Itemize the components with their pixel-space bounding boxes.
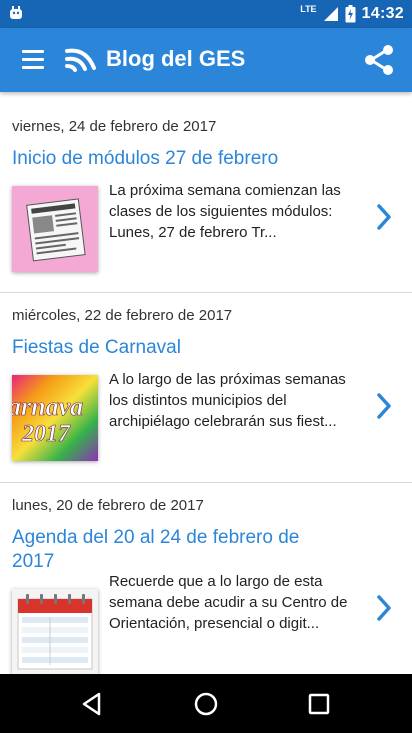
chevron-right-icon[interactable]: [374, 593, 394, 623]
wifi-feed-icon: [65, 48, 96, 72]
hamburger-menu-icon[interactable]: [22, 50, 44, 70]
chevron-right-icon[interactable]: [374, 391, 394, 421]
post-date: viernes, 24 de febrero de 2017: [12, 118, 217, 135]
clock: 14:32: [361, 5, 404, 22]
share-icon[interactable]: [364, 44, 394, 76]
carnival-word: arnava: [12, 392, 83, 421]
post-title[interactable]: Fiestas de Carnaval: [12, 336, 312, 360]
recents-square-icon[interactable]: [307, 691, 331, 717]
post-title[interactable]: Inicio de módulos 27 de febrero: [12, 147, 312, 171]
post-thumbnail: [12, 186, 98, 272]
carnival-image: arnava 2017: [12, 375, 98, 461]
status-bar: LTE 14:32: [0, 0, 412, 28]
post-date: lunes, 20 de febrero de 2017: [12, 497, 204, 514]
post-item[interactable]: miércoles, 22 de febrero de 2017 Fiestas…: [0, 293, 412, 483]
network-type-label: LTE: [300, 4, 317, 14]
post-item[interactable]: lunes, 20 de febrero de 2017 Agenda del …: [0, 483, 412, 674]
post-date: miércoles, 22 de febrero de 2017: [12, 307, 233, 324]
app-title: Blog del GES: [106, 46, 246, 71]
post-excerpt: A lo largo de las próximas semanas los d…: [109, 371, 346, 430]
app-bar: Blog del GES: [0, 28, 412, 92]
carnival-year: 2017: [21, 421, 71, 447]
chevron-right-icon[interactable]: [374, 202, 394, 232]
post-excerpt: Recuerde que a lo largo de esta semana d…: [109, 573, 348, 632]
post-excerpt: La próxima semana comienzan las clases d…: [109, 182, 341, 241]
post-feed[interactable]: viernes, 24 de febrero de 2017 Inicio de…: [0, 92, 412, 674]
post-thumbnail: [12, 589, 98, 674]
calendar-image: [12, 589, 98, 674]
newspaper-image: [12, 186, 98, 272]
signal-strength-icon: [323, 7, 338, 21]
back-triangle-icon[interactable]: [80, 691, 104, 717]
battery-icon: [345, 5, 356, 23]
system-navigation-bar: [0, 674, 412, 733]
android-notification-icon: [10, 6, 22, 19]
post-title[interactable]: Agenda del 20 al 24 de febrero de 2017: [12, 526, 302, 574]
home-circle-icon[interactable]: [193, 691, 219, 717]
post-item[interactable]: viernes, 24 de febrero de 2017 Inicio de…: [0, 92, 412, 293]
post-thumbnail: arnava 2017: [12, 375, 98, 461]
